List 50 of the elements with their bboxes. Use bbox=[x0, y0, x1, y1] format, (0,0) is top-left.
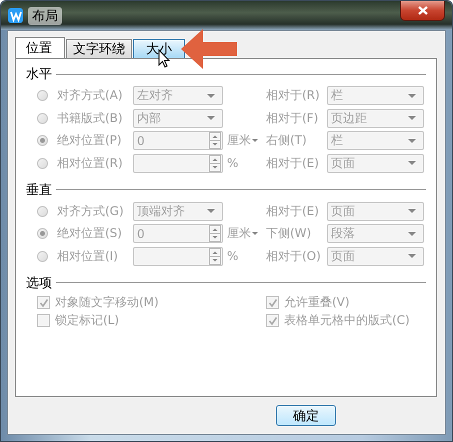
tab[interactable]: 文字环绕 bbox=[66, 39, 132, 58]
field-label: 相对于(E) bbox=[266, 202, 320, 220]
app-icon bbox=[8, 8, 23, 23]
caret-icon bbox=[207, 94, 215, 98]
caret-icon bbox=[408, 94, 416, 98]
field-label: 对齐方式(A) bbox=[57, 87, 124, 104]
caret-icon bbox=[408, 209, 416, 213]
field-label: 相对位置(R) bbox=[57, 154, 124, 172]
spin-field[interactable] bbox=[133, 246, 223, 266]
unit-label: % bbox=[227, 249, 238, 263]
field-label: 相对于(E) bbox=[266, 154, 320, 172]
caret-icon bbox=[408, 138, 416, 142]
field-label: 右侧(T) bbox=[266, 132, 308, 149]
field-label: 下侧(W) bbox=[266, 225, 312, 242]
close-button[interactable] bbox=[400, 1, 445, 21]
caret-icon bbox=[408, 161, 416, 165]
spinner-icon bbox=[209, 132, 221, 149]
section-heading: 垂直 bbox=[26, 182, 52, 198]
caret-icon bbox=[252, 232, 258, 235]
section-heading: 水平 bbox=[26, 66, 52, 83]
checkmark-icon bbox=[38, 298, 48, 308]
unit-label: % bbox=[227, 156, 238, 170]
field-label: 相对于(O) bbox=[266, 248, 322, 264]
caret-icon bbox=[207, 116, 215, 120]
caret-icon bbox=[207, 209, 215, 213]
ok-button[interactable]: 确定 bbox=[276, 405, 336, 426]
checkbox-label: 对象随文字移动(M) bbox=[55, 294, 159, 311]
field-label: 相对位置(I) bbox=[57, 248, 119, 264]
caret-icon bbox=[408, 254, 416, 258]
field-label: 相对于(R) bbox=[266, 87, 321, 104]
field-label: 书籍版式(B) bbox=[57, 110, 124, 126]
checkbox-label: 表格单元格中的版式(C) bbox=[284, 312, 410, 329]
caret-icon bbox=[252, 139, 258, 142]
field-label: 相对于(F) bbox=[266, 110, 320, 126]
checkbox-label: 允许重叠(V) bbox=[284, 294, 350, 311]
spin-field[interactable] bbox=[133, 154, 223, 172]
spinner-icon bbox=[209, 154, 221, 172]
arrow-icon bbox=[181, 29, 237, 69]
tab[interactable]: 位置 bbox=[15, 37, 65, 58]
spinner-icon bbox=[209, 248, 221, 264]
checkbox-label: 锁定标记(L) bbox=[55, 312, 120, 329]
field-label: 绝对位置(P) bbox=[57, 132, 123, 149]
caret-icon bbox=[408, 232, 416, 236]
close-icon bbox=[418, 6, 428, 15]
window-title: 布局 bbox=[28, 6, 62, 24]
caret-icon bbox=[408, 116, 416, 120]
field-label: 对齐方式(G) bbox=[57, 202, 125, 220]
spinner-icon bbox=[209, 225, 221, 242]
section-heading: 选项 bbox=[26, 274, 52, 292]
field-label: 绝对位置(S) bbox=[57, 225, 123, 242]
